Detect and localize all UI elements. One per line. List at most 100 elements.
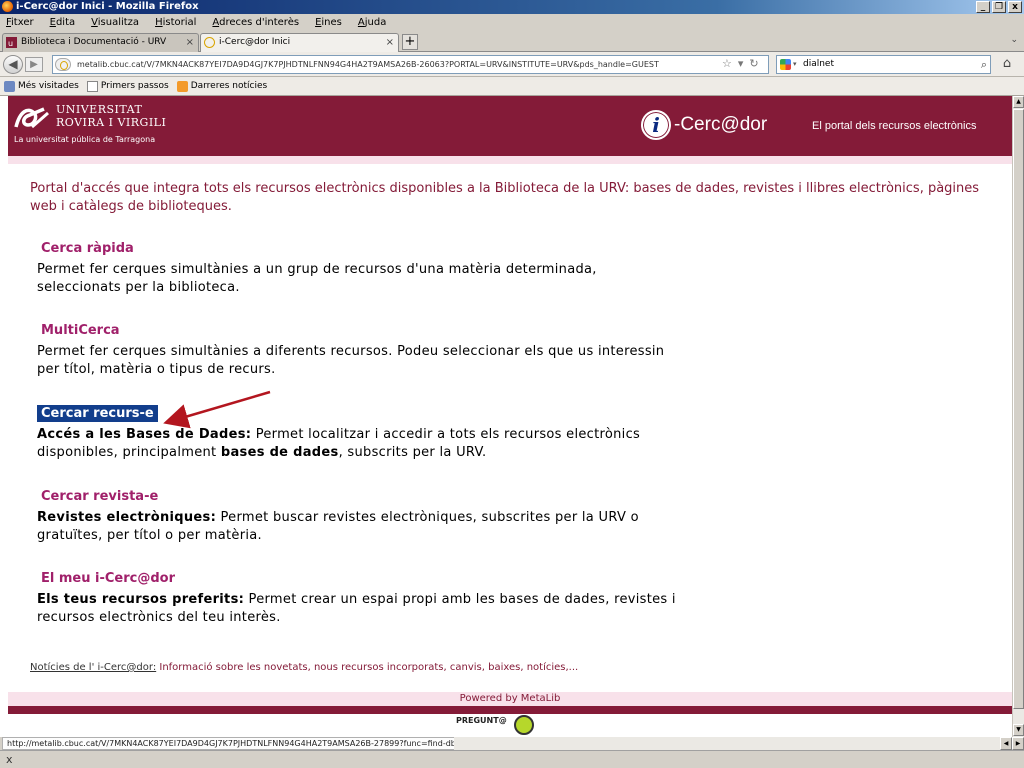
menu-ajuda[interactable]: Ajuda (356, 17, 388, 28)
most-visited-icon (4, 80, 15, 92)
link-cerca-rapida[interactable]: Cerca ràpida (37, 240, 138, 257)
url-input[interactable]: metalib.cbuc.cat/V/7MKN4ACK87YEI7DA9D4GJ… (52, 55, 769, 74)
urv-logo-icon[interactable] (14, 105, 52, 133)
google-engine-icon[interactable] (780, 59, 791, 70)
history-dropdown-icon[interactable]: ▾ (738, 57, 744, 70)
close-addon-bar-icon[interactable]: x (6, 753, 13, 766)
vertical-scrollbar[interactable]: ▲ ▼ (1012, 96, 1024, 737)
powered-by[interactable]: Powered by MetaLib (8, 692, 1012, 706)
urv-favicon-icon: u (6, 37, 17, 48)
header-banner: Universitat Rovira i Virgili La universi… (8, 96, 1012, 156)
section-lead: Els teus recursos preferits: (37, 592, 245, 607)
section-el-meu-icercador: El meu i-Cerc@dor Els teus recursos pref… (37, 570, 677, 627)
bookmark-label: Més visitades (18, 81, 79, 91)
menu-edita[interactable]: Edita (48, 17, 78, 28)
home-icon[interactable]: ⌂ (998, 56, 1016, 73)
navigation-bar: ◀ ▶ metalib.cbuc.cat/V/7MKN4ACK87YEI7DA9… (0, 52, 1024, 77)
search-icon[interactable]: ⌕ (981, 56, 987, 73)
menu-eines[interactable]: Eines (313, 17, 344, 28)
search-input[interactable]: ▾ dialnet ⌕ (776, 55, 991, 74)
news-line: Notícies de l' i-Cerc@dor: Informació so… (30, 662, 578, 673)
section-description: Revistes electròniques: Permet buscar re… (37, 509, 677, 545)
bookmark-most-visited[interactable]: Més visitades (4, 80, 79, 92)
scroll-up-icon[interactable]: ▲ (1013, 96, 1024, 108)
pregunta-logo-icon[interactable] (514, 715, 534, 735)
link-multicerca[interactable]: MultiCerca (37, 322, 124, 339)
menu-fitxer[interactable]: Fitxer (4, 17, 36, 28)
intro-text: Portal d'accés que integra tots els recu… (30, 181, 980, 214)
window-controls: _ ❐ x (976, 1, 1022, 13)
university-line-2: Rovira i Virgili (56, 116, 167, 129)
banner-divider (8, 156, 1012, 164)
page-viewport: Universitat Rovira i Virgili La universi… (0, 96, 1012, 737)
link-el-meu-icercador[interactable]: El meu i-Cerc@dor (37, 570, 179, 587)
window-title: i-Cerc@dor Inici - Mozilla Firefox (16, 1, 199, 12)
section-multicerca: MultiCerca Permet fer cerques simultànie… (37, 322, 677, 379)
tab-strip: u Biblioteca i Documentació - URV × i-Ce… (0, 31, 1024, 53)
link-cercar-recurs-e[interactable]: Cercar recurs-e (37, 405, 158, 422)
news-text: Informació sobre les novetats, nous recu… (156, 662, 579, 673)
link-cercar-revista-e[interactable]: Cercar revista-e (37, 488, 162, 505)
status-bar: http://metalib.cbuc.cat/V/7MKN4ACK87YEI7… (0, 737, 1024, 750)
url-bar-icons: ☆ ▾ ↻ (722, 57, 759, 70)
bookmark-label: Darreres notícies (190, 81, 268, 91)
loading-favicon-icon (204, 37, 215, 48)
url-text: metalib.cbuc.cat/V/7MKN4ACK87YEI7DA9D4GJ… (77, 60, 659, 69)
bookmark-latest-news[interactable]: Darreres notícies (176, 80, 268, 92)
forward-button[interactable]: ▶ (25, 57, 43, 72)
engine-dropdown-icon[interactable]: ▾ (793, 56, 797, 73)
close-tab-icon[interactable]: × (186, 34, 194, 51)
tab-list-icon[interactable]: ⌄ (1010, 35, 1018, 45)
page-icon (86, 80, 98, 92)
section-cercar-revista: Cercar revista-e Revistes electròniques:… (37, 488, 677, 545)
tab-biblioteca[interactable]: u Biblioteca i Documentació - URV × (2, 33, 199, 52)
bookmark-label: Primers passos (100, 81, 169, 91)
restore-button[interactable]: ❐ (992, 1, 1006, 13)
section-cerca-rapida: Cerca ràpida Permet fer cerques simultàn… (37, 240, 677, 297)
pregunta-label[interactable]: PREGUNT@ (456, 716, 507, 725)
menu-adreces[interactable]: Adreces d'interès (210, 17, 301, 28)
horizontal-scrollbar[interactable]: ◀ ▶ (454, 737, 1024, 750)
addon-bar: x (0, 750, 1024, 768)
icercador-wordmark: -Cerc@dor (674, 114, 768, 135)
footer-bar (8, 706, 1012, 714)
news-link[interactable]: Notícies de l' i-Cerc@dor: (30, 662, 156, 673)
section-cercar-recurs: Cercar recurs-e Accés a les Bases de Dad… (37, 405, 677, 462)
search-value: dialnet (803, 59, 834, 69)
menu-historial[interactable]: Historial (153, 17, 198, 28)
tab-label: i-Cerc@dor Inici (219, 37, 291, 47)
tab-icercador[interactable]: i-Cerc@dor Inici × (200, 33, 399, 53)
svg-text:u: u (8, 39, 13, 48)
section-description: Els teus recursos preferits: Permet crea… (37, 591, 677, 627)
icercador-logo[interactable]: i -Cerc@dor (641, 110, 767, 140)
menu-bar: Fitxer Edita Visualitza Historial Adrece… (0, 14, 1024, 31)
scroll-thumb[interactable] (1013, 109, 1024, 709)
icercador-i-icon: i (641, 110, 671, 140)
close-window-button[interactable]: x (1008, 1, 1022, 13)
firefox-icon (2, 1, 13, 12)
section-lead: Revistes electròniques: (37, 510, 217, 525)
rss-icon (176, 80, 188, 92)
menu-visualitza[interactable]: Visualitza (89, 17, 141, 28)
new-tab-button[interactable]: + (402, 34, 418, 50)
section-lead: Accés a les Bases de Dades: (37, 427, 252, 442)
bookmark-getting-started[interactable]: Primers passos (86, 80, 169, 92)
scroll-right-icon[interactable]: ▶ (1012, 737, 1024, 750)
university-tagline: La universitat pública de Tarragona (14, 135, 156, 144)
back-button[interactable]: ◀ (3, 55, 23, 74)
scroll-down-icon[interactable]: ▼ (1013, 724, 1024, 736)
close-tab-icon[interactable]: × (386, 34, 394, 51)
section-description: Accés a les Bases de Dades: Permet local… (37, 426, 677, 462)
university-name[interactable]: Universitat Rovira i Virgili (56, 103, 166, 129)
scroll-left-icon[interactable]: ◀ (1000, 737, 1012, 750)
portal-subtitle: El portal dels recursos electrònics (812, 120, 977, 132)
site-identity-icon[interactable] (55, 58, 71, 71)
bookmarks-toolbar: Més visitades Primers passos Darreres no… (0, 77, 1024, 96)
bookmark-star-icon[interactable]: ☆ (722, 57, 732, 70)
minimize-button[interactable]: _ (976, 1, 990, 13)
section-emphasis: bases de dades (220, 445, 339, 460)
reload-icon[interactable]: ↻ (749, 57, 758, 70)
university-line-1: Universitat (56, 103, 143, 116)
window-titlebar[interactable]: i-Cerc@dor Inici - Mozilla Firefox _ ❐ x (0, 0, 1024, 14)
section-text: , subscrits per la URV. (338, 445, 487, 460)
